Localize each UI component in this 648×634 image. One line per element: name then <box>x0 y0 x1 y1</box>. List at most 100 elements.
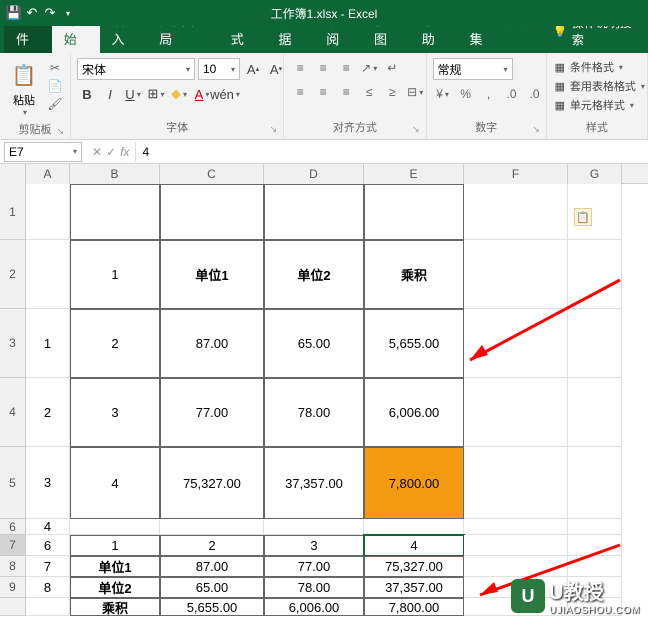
row-header[interactable]: 9 <box>0 577 26 598</box>
align-middle-icon[interactable]: ≡ <box>313 58 333 78</box>
paste-button[interactable]: 📋 粘贴 ▾ <box>6 58 42 119</box>
phonetic-button[interactable]: wén▾ <box>215 84 235 104</box>
dialog-launcher-icon[interactable]: ↘ <box>56 126 64 137</box>
border-button[interactable]: ⊞▾ <box>146 84 166 104</box>
cell[interactable]: 77.00 <box>264 556 364 577</box>
cell[interactable]: 2 <box>160 535 264 556</box>
cell[interactable]: 1 <box>70 240 160 309</box>
cell[interactable]: 1 <box>70 535 160 556</box>
cell[interactable]: 5,655.00 <box>160 598 264 616</box>
number-format-select[interactable]: 常规▾ <box>433 58 513 80</box>
cell[interactable] <box>464 378 568 447</box>
cell[interactable]: 7 <box>26 556 70 577</box>
cell[interactable]: 78.00 <box>264 378 364 447</box>
cell[interactable] <box>568 309 622 378</box>
cell[interactable] <box>160 519 264 535</box>
cell[interactable]: 5,655.00 <box>364 309 464 378</box>
cell[interactable]: 乘积 <box>364 240 464 309</box>
cell[interactable]: 8 <box>26 577 70 598</box>
col-header-A[interactable]: A <box>26 164 70 184</box>
cancel-icon[interactable]: ✕ <box>92 145 102 159</box>
font-size-select[interactable]: 10▾ <box>198 58 240 80</box>
col-header-E[interactable]: E <box>364 164 464 184</box>
orientation-icon[interactable]: ↗▾ <box>359 58 379 78</box>
fill-color-button[interactable]: ◆▾ <box>169 84 189 104</box>
shrink-font-icon[interactable]: A▾ <box>266 59 286 79</box>
cell[interactable]: 87.00 <box>160 309 264 378</box>
underline-button[interactable]: U▾ <box>123 84 143 104</box>
currency-icon[interactable]: ¥▾ <box>433 84 453 104</box>
cell[interactable]: 75,327.00 <box>160 447 264 519</box>
cell[interactable] <box>568 447 622 519</box>
indent-more-icon[interactable]: ≥ <box>382 82 402 102</box>
cell[interactable] <box>464 535 568 556</box>
align-left-icon[interactable]: ≡ <box>290 82 310 102</box>
row-header[interactable]: 7 <box>0 535 26 556</box>
row-header[interactable]: 2 <box>0 240 26 309</box>
dialog-launcher-icon[interactable]: ↘ <box>270 124 278 135</box>
align-top-icon[interactable]: ≡ <box>290 58 310 78</box>
align-right-icon[interactable]: ≡ <box>336 82 356 102</box>
cell[interactable]: 2 <box>70 309 160 378</box>
cell[interactable] <box>264 184 364 240</box>
dialog-launcher-icon[interactable]: ↘ <box>412 124 420 135</box>
row-header[interactable]: 3 <box>0 309 26 378</box>
formula-input[interactable]: 4 <box>135 142 648 162</box>
row-header[interactable] <box>0 598 26 616</box>
col-header-C[interactable]: C <box>160 164 264 184</box>
cell[interactable] <box>568 535 622 556</box>
cell[interactable]: 75,327.00 <box>364 556 464 577</box>
undo-icon[interactable]: ↶ <box>24 5 40 21</box>
cell[interactable]: 78.00 <box>264 577 364 598</box>
select-all-corner[interactable] <box>0 164 26 184</box>
align-bottom-icon[interactable]: ≡ <box>336 58 356 78</box>
cell[interactable]: 6 <box>26 535 70 556</box>
decrease-decimal-icon[interactable]: .0 <box>525 84 545 104</box>
row-header[interactable]: 4 <box>0 378 26 447</box>
cell[interactable]: 单位1 <box>70 556 160 577</box>
cell[interactable]: 65.00 <box>160 577 264 598</box>
cell[interactable]: 单位2 <box>264 240 364 309</box>
cell[interactable]: 乘积 <box>70 598 160 616</box>
cell-styles-button[interactable]: ▦单元格样式▾ <box>553 96 634 114</box>
percent-icon[interactable]: % <box>456 84 476 104</box>
copy-icon[interactable]: 📄 <box>46 78 64 94</box>
cell[interactable]: 2 <box>26 378 70 447</box>
more-icon[interactable]: ▾ <box>60 5 76 21</box>
redo-icon[interactable]: ↷ <box>42 5 58 21</box>
cell[interactable] <box>26 598 70 616</box>
cell[interactable] <box>70 184 160 240</box>
cell[interactable]: 6,006.00 <box>364 378 464 447</box>
cell[interactable] <box>26 240 70 309</box>
table-format-button[interactable]: ▦套用表格格式▾ <box>553 77 645 95</box>
fx-icon[interactable]: fx <box>120 145 129 159</box>
cell[interactable] <box>26 184 70 240</box>
cell[interactable]: 3 <box>70 378 160 447</box>
merge-icon[interactable]: ⊟▾ <box>405 82 425 102</box>
cell[interactable]: 单位1 <box>160 240 264 309</box>
cell[interactable] <box>464 240 568 309</box>
cell-selected[interactable]: 4 <box>364 535 464 556</box>
comma-icon[interactable]: , <box>479 84 499 104</box>
cell[interactable]: 7,800.00 <box>364 447 464 519</box>
cell[interactable] <box>568 519 622 535</box>
grow-font-icon[interactable]: A▴ <box>243 59 263 79</box>
cut-icon[interactable]: ✂ <box>46 60 64 76</box>
name-box[interactable]: E7▾ <box>4 142 82 162</box>
cell[interactable] <box>464 184 568 240</box>
save-icon[interactable]: 💾 <box>6 5 22 21</box>
conditional-format-button[interactable]: ▦条件格式▾ <box>553 58 623 76</box>
increase-decimal-icon[interactable]: .0 <box>502 84 522 104</box>
dialog-launcher-icon[interactable]: ↘ <box>532 124 540 135</box>
cell[interactable] <box>464 556 568 577</box>
wrap-text-icon[interactable]: ↵ <box>382 58 402 78</box>
cell[interactable]: 4 <box>70 447 160 519</box>
cell[interactable] <box>568 378 622 447</box>
cell[interactable]: 37,357.00 <box>264 447 364 519</box>
cell[interactable]: 1 <box>26 309 70 378</box>
cell[interactable] <box>568 240 622 309</box>
cell[interactable] <box>364 519 464 535</box>
italic-button[interactable]: I <box>100 84 120 104</box>
cell[interactable] <box>70 519 160 535</box>
cell[interactable] <box>364 184 464 240</box>
